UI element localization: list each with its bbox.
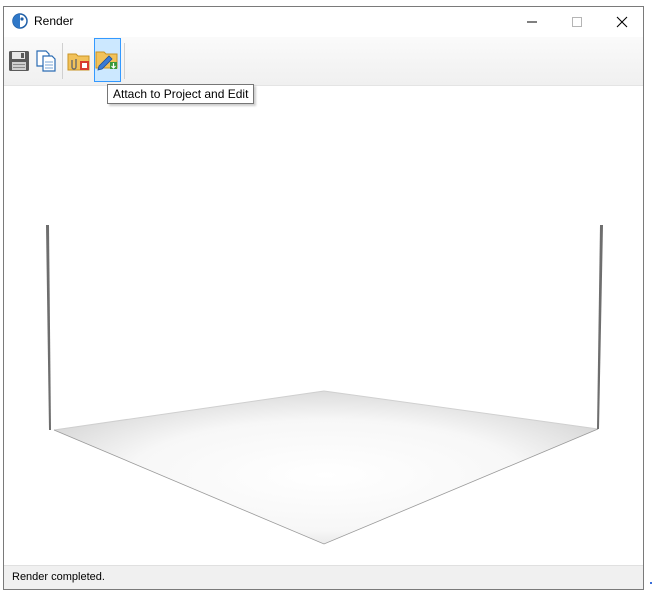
close-button[interactable] <box>599 7 644 37</box>
toolbar <box>4 37 643 86</box>
attach-to-project-button[interactable] <box>66 40 92 84</box>
title-bar[interactable]: Render <box>4 7 643 37</box>
copy-button[interactable] <box>33 40 59 84</box>
save-button[interactable] <box>6 40 32 84</box>
render-app-icon <box>12 13 28 29</box>
resize-grip[interactable] <box>650 582 652 584</box>
maximize-icon <box>572 17 582 27</box>
minimize-icon <box>527 21 537 23</box>
maximize-button[interactable] <box>554 7 599 37</box>
close-icon <box>616 16 628 28</box>
status-text: Render completed. <box>12 571 105 583</box>
render-viewport[interactable] <box>4 85 643 565</box>
folder-attach-icon <box>67 53 90 71</box>
floppy-disk-icon <box>9 51 29 71</box>
render-window: Render Render completed. <box>3 6 644 590</box>
window-title: Render <box>34 14 74 28</box>
toolbar-separator <box>124 43 125 79</box>
rendered-scene <box>46 225 603 545</box>
copy-pages-icon <box>36 50 56 72</box>
attach-to-project-and-edit-button[interactable] <box>94 38 121 82</box>
tooltip: Attach to Project and Edit <box>107 84 255 104</box>
left-pillar <box>46 225 51 430</box>
floor-plane <box>54 391 598 544</box>
status-bar: Render completed. <box>4 565 643 589</box>
minimize-button[interactable] <box>509 7 554 37</box>
folder-edit-icon <box>95 51 118 71</box>
right-pillar <box>597 225 603 429</box>
toolbar-separator <box>62 43 63 79</box>
